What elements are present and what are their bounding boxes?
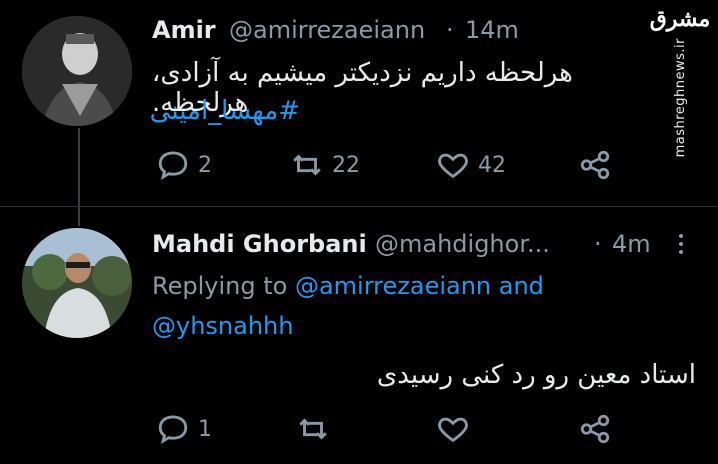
retweet-button[interactable]: [296, 412, 348, 446]
reply-count: 2: [198, 152, 212, 178]
retweet-icon: [293, 154, 321, 176]
separator-dot: ·: [594, 230, 602, 258]
tweet-text: استاد معین رو رد کنی رسیدی: [376, 360, 696, 390]
avatar[interactable]: [22, 228, 132, 338]
retweet-count: 22: [332, 152, 360, 178]
reply-icon: [158, 415, 188, 444]
avatar[interactable]: [22, 16, 132, 126]
replied-user-link[interactable]: @yhsnahhh: [152, 312, 293, 340]
author-handle[interactable]: @amirrezaeiann: [229, 16, 425, 44]
like-button[interactable]: [436, 412, 488, 446]
heart-icon: [438, 153, 468, 179]
author-handle[interactable]: @mahdighor...: [375, 230, 550, 258]
replying-to-line-2: @yhsnahhh: [152, 312, 293, 340]
reply-button[interactable]: 1: [156, 412, 212, 446]
author-name[interactable]: Mahdi Ghorbani: [152, 230, 367, 258]
more-options-icon[interactable]: [676, 234, 686, 254]
heart-icon: [438, 417, 468, 443]
watermark-text: mashreghnews.ir: [672, 38, 688, 158]
replied-user-link[interactable]: @amirrezaeiann: [295, 272, 491, 300]
tweet-timestamp[interactable]: 14m: [465, 16, 519, 44]
like-count: 42: [478, 152, 506, 178]
watermark: مشرق mashreghnews.ir: [648, 6, 712, 157]
share-icon: [580, 150, 610, 180]
reply-icon: [158, 151, 188, 180]
share-icon: [580, 414, 610, 444]
share-button[interactable]: [578, 148, 612, 182]
hashtag-link[interactable]: #مهسا_امینی: [150, 96, 300, 126]
replying-and: and: [498, 272, 544, 300]
separator-dot: ·: [446, 16, 454, 44]
like-button[interactable]: 42: [436, 148, 506, 182]
reply-button[interactable]: 2: [156, 148, 212, 182]
reply-count: 1: [198, 416, 212, 442]
replying-to-line: Replying to @amirrezaeiann and: [152, 272, 544, 300]
thread-connector-line: [78, 128, 80, 226]
tweet-timestamp[interactable]: 4m: [612, 230, 651, 258]
author-name[interactable]: Amir: [152, 16, 216, 44]
retweet-icon: [299, 418, 327, 440]
tweet-divider: [0, 206, 718, 207]
watermark-logo: مشرق: [649, 6, 711, 32]
share-button[interactable]: [578, 412, 612, 446]
replying-prefix: Replying to: [152, 272, 288, 300]
retweet-button[interactable]: 22: [290, 148, 360, 182]
